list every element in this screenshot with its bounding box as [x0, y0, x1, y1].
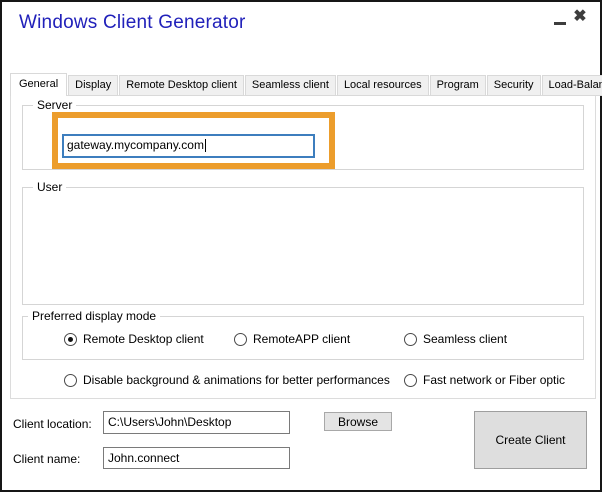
user-group: User — [22, 187, 584, 305]
minimize-icon — [554, 22, 566, 25]
close-button[interactable]: ✖ — [570, 6, 590, 30]
radio-seamless-client[interactable]: Seamless client — [404, 332, 507, 346]
create-client-button[interactable]: Create Client — [474, 411, 587, 469]
radio-fast-network-fiber[interactable]: Fast network or Fiber optic — [404, 373, 565, 387]
server-address-input[interactable]: gateway.mycompany.com — [62, 134, 315, 158]
radio-remoteapp-client[interactable]: RemoteAPP client — [234, 332, 350, 346]
radio-remote-desktop-client[interactable]: Remote Desktop client — [64, 332, 204, 346]
radio-label: Seamless client — [423, 332, 507, 346]
tab-remote-desktop-client[interactable]: Remote Desktop client — [119, 75, 244, 96]
client-location-input[interactable]: C:\Users\John\Desktop — [103, 411, 290, 434]
client-generator-dialog: Windows Client Generator ✖ General Displ… — [0, 0, 602, 492]
server-address-value: gateway.mycompany.com — [67, 138, 204, 152]
tab-security[interactable]: Security — [487, 75, 541, 96]
tab-load-balancing[interactable]: Load-Balancing — [542, 75, 602, 96]
text-caret — [205, 139, 206, 152]
tab-strip: General Display Remote Desktop client Se… — [10, 73, 602, 96]
radio-label: Disable background & animations for bett… — [83, 373, 390, 387]
close-icon: ✖ — [573, 8, 586, 25]
tab-local-resources[interactable]: Local resources — [337, 75, 429, 96]
server-group-label: Server — [33, 98, 76, 112]
minimize-button[interactable] — [552, 6, 570, 30]
client-name-label: Client name: — [13, 452, 80, 466]
radio-button-icon — [404, 374, 417, 387]
radio-label: Fast network or Fiber optic — [423, 373, 565, 387]
client-name-input[interactable]: John.connect — [103, 447, 290, 469]
tab-general[interactable]: General — [10, 73, 67, 96]
tab-seamless-client[interactable]: Seamless client — [245, 75, 336, 96]
window-controls: ✖ — [552, 6, 590, 30]
radio-button-icon — [404, 333, 417, 346]
client-location-label: Client location: — [13, 417, 92, 431]
tab-program[interactable]: Program — [430, 75, 486, 96]
browse-button[interactable]: Browse — [324, 412, 392, 431]
user-group-label: User — [33, 180, 66, 194]
radio-label: Remote Desktop client — [83, 332, 204, 346]
window-title: Windows Client Generator — [19, 12, 246, 34]
tab-display[interactable]: Display — [68, 75, 118, 96]
display-mode-group-label: Preferred display mode — [28, 309, 160, 323]
radio-disable-background-animations[interactable]: Disable background & animations for bett… — [64, 373, 390, 387]
radio-label: RemoteAPP client — [253, 332, 350, 346]
radio-button-icon — [64, 374, 77, 387]
radio-button-icon — [64, 333, 77, 346]
radio-button-icon — [234, 333, 247, 346]
